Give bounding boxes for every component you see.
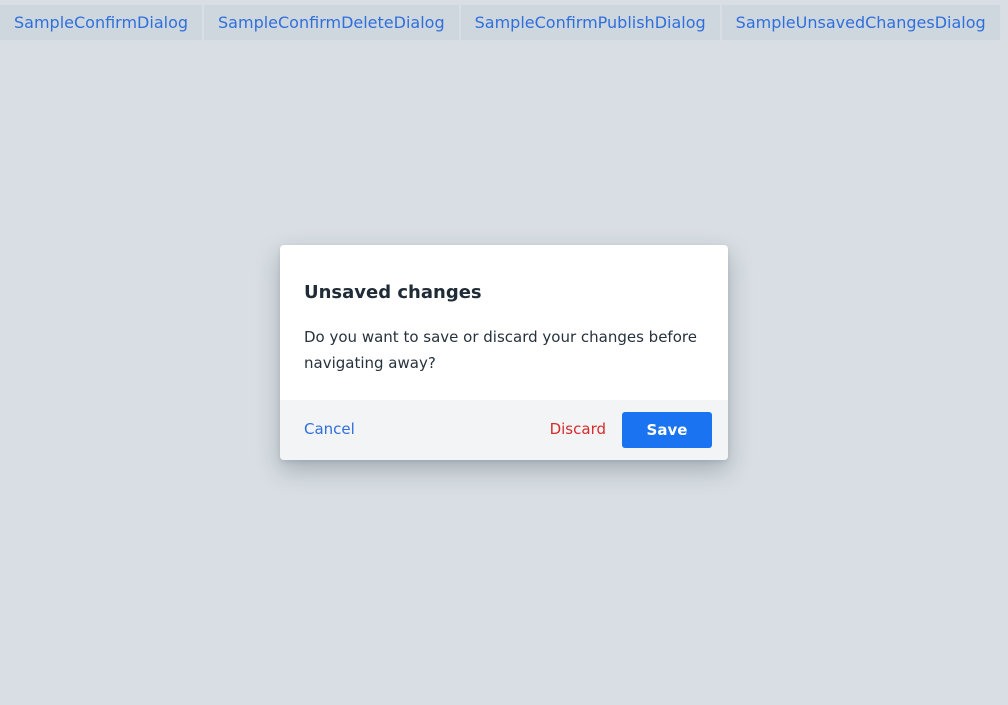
dialog-message: Do you want to save or discard your chan… bbox=[304, 328, 697, 372]
cancel-button[interactable]: Cancel bbox=[304, 420, 355, 438]
tab-sample-confirm-publish-dialog[interactable]: SampleConfirmPublishDialog bbox=[460, 5, 720, 40]
tab-sample-unsaved-changes-dialog[interactable]: SampleUnsavedChangesDialog bbox=[721, 5, 1000, 40]
sample-tab-bar: SampleConfirmDialog SampleConfirmDeleteD… bbox=[0, 5, 1000, 40]
discard-button[interactable]: Discard bbox=[550, 420, 606, 438]
dialog-body: Unsaved changes Do you want to save or d… bbox=[280, 245, 728, 400]
unsaved-changes-dialog: Unsaved changes Do you want to save or d… bbox=[280, 245, 728, 460]
tab-sample-confirm-dialog[interactable]: SampleConfirmDialog bbox=[0, 5, 203, 40]
tab-sample-confirm-delete-dialog[interactable]: SampleConfirmDeleteDialog bbox=[204, 5, 459, 40]
save-button[interactable]: Save bbox=[622, 412, 712, 448]
dialog-title: Unsaved changes bbox=[304, 282, 482, 303]
dialog-footer: Cancel Discard Save bbox=[280, 400, 728, 460]
